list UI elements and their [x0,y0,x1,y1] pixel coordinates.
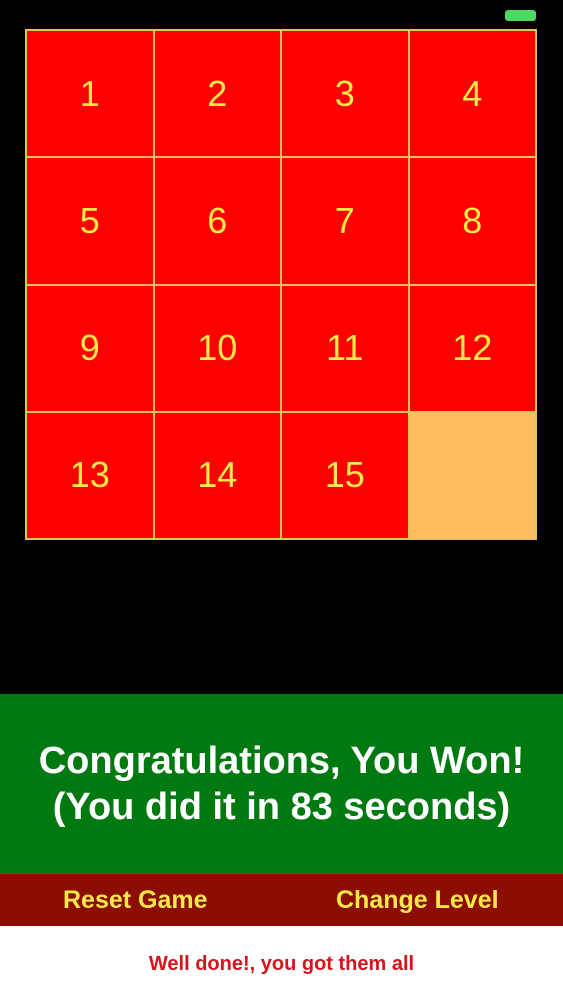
puzzle-tile[interactable]: 1 [27,31,153,157]
puzzle-tile[interactable]: 15 [282,412,408,538]
win-time-message: (You did it in 83 seconds) [52,786,511,828]
puzzle-tile[interactable]: 9 [27,285,153,411]
puzzle-tile[interactable]: 2 [154,31,280,157]
footer-message: Well done!, you got them all [148,952,415,975]
game-screen: 1 2 3 4 5 6 7 8 9 10 11 12 13 14 15 Congratulations, Y… [0,0,563,1000]
control-bar: Reset Game Change Level [0,874,563,926]
puzzle-tile[interactable]: 3 [282,31,408,157]
change-level-button[interactable]: Change Level [336,886,499,915]
puzzle-tile[interactable]: 12 [409,285,535,411]
puzzle-tile[interactable]: 14 [154,412,280,538]
puzzle-tile[interactable]: 11 [282,285,408,411]
win-message: Congratulations, You Won! [38,740,525,782]
puzzle-board: 1 2 3 4 5 6 7 8 9 10 11 12 13 14 15 [25,29,537,540]
puzzle-tile[interactable]: 6 [154,158,280,284]
reset-game-button[interactable]: Reset Game [63,886,208,915]
empty-tile[interactable] [409,412,535,538]
footer: Well done!, you got them all [0,926,563,1000]
puzzle-tile[interactable]: 13 [27,412,153,538]
puzzle-tile[interactable]: 8 [409,158,535,284]
win-banner: Congratulations, You Won! (You did it in… [0,694,563,874]
battery-icon [505,10,536,21]
puzzle-tile[interactable]: 4 [409,31,535,157]
puzzle-tile[interactable]: 5 [27,158,153,284]
puzzle-tile[interactable]: 10 [154,285,280,411]
puzzle-tile[interactable]: 7 [282,158,408,284]
